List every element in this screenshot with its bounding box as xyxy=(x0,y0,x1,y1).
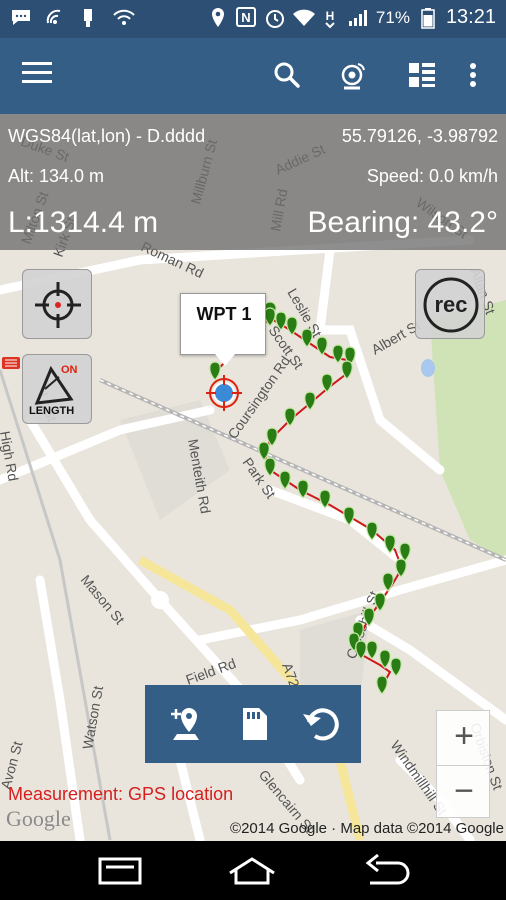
add-waypoint-icon[interactable] xyxy=(163,702,207,746)
app-bar xyxy=(0,38,506,114)
message-icon xyxy=(10,7,30,29)
coordinate-value: 55.79126, -3.98792 xyxy=(341,126,498,146)
signal-bars-icon xyxy=(348,7,368,29)
length-readout: L:1314.4 m xyxy=(8,206,159,239)
waypoint-callout[interactable]: WPT 1 xyxy=(180,293,266,366)
waypoint-label: WPT 1 xyxy=(196,304,252,324)
navigation-bar xyxy=(0,841,506,900)
svg-text:N: N xyxy=(241,10,250,25)
waypoint-marker-icon xyxy=(376,675,388,695)
status-time: 13:21 xyxy=(445,6,496,28)
recent-apps-icon[interactable] xyxy=(90,853,150,889)
waypoint-marker-icon xyxy=(399,542,411,562)
wifi-hotspot-icon xyxy=(112,7,135,29)
waypoint-marker-icon xyxy=(321,373,333,393)
save-sd-icon[interactable] xyxy=(231,702,275,746)
waypoint-marker-icon xyxy=(390,657,402,677)
zoom-in-button[interactable]: + xyxy=(437,711,491,765)
home-icon[interactable] xyxy=(222,853,282,889)
wifi-icon xyxy=(292,7,315,29)
crosshair-icon xyxy=(35,282,81,328)
waypoint-marker-icon xyxy=(258,441,270,461)
rec-label: rec xyxy=(434,292,468,317)
waypoint-marker-icon xyxy=(382,572,394,592)
alarm-icon xyxy=(264,7,284,29)
current-location-icon xyxy=(206,375,242,411)
altitude-readout: Alt: 134.0 m xyxy=(8,166,105,186)
map-attribution[interactable]: ©2014 Google · Map data ©2014 Google xyxy=(230,820,504,837)
record-button[interactable]: rec xyxy=(415,269,485,339)
waypoint-marker-icon xyxy=(366,640,378,660)
info-panel: WGS84(lat,lon) - D.dddd 55.79126, -3.987… xyxy=(0,114,506,250)
waypoint-marker-icon xyxy=(316,336,328,356)
status-bar: N H 71% 13:21 xyxy=(0,0,506,38)
nfc-broadcast-icon xyxy=(44,7,64,29)
back-icon[interactable] xyxy=(356,853,416,889)
more-vert-icon[interactable] xyxy=(456,58,490,92)
length-measure-button[interactable]: ON LENGTH xyxy=(22,354,92,424)
coordinate-format-label: WGS84(lat,lon) - D.dddd xyxy=(8,126,206,146)
measurement-mode-text: Measurement: GPS location xyxy=(8,784,234,804)
zoom-controls: + − xyxy=(436,710,491,819)
battery-percent: 71% xyxy=(375,7,410,27)
target-crosshair-button[interactable] xyxy=(22,269,92,339)
waypoint-marker-icon xyxy=(384,534,396,554)
bearing-readout: Bearing: 43.2° xyxy=(307,206,498,239)
location-icon xyxy=(208,7,228,29)
usb-icon xyxy=(78,7,98,29)
on-label: ON xyxy=(61,364,78,376)
waypoint-marker-icon xyxy=(343,506,355,526)
waypoint-marker-icon xyxy=(332,344,344,364)
gps-satellite-icon[interactable] xyxy=(336,58,370,92)
waypoint-markers xyxy=(209,307,411,695)
bottom-toolbar xyxy=(145,685,361,763)
nfc-icon: N xyxy=(235,6,256,29)
undo-icon[interactable] xyxy=(299,702,343,746)
google-logo: Google xyxy=(6,806,71,831)
svg-text:H: H xyxy=(326,9,335,23)
layers-icon[interactable] xyxy=(405,58,439,92)
h-signal-icon: H xyxy=(320,7,340,29)
waypoint-marker-icon xyxy=(297,479,309,499)
length-label: LENGTH xyxy=(29,405,75,417)
zoom-out-button[interactable]: − xyxy=(437,765,491,819)
search-icon[interactable] xyxy=(270,58,304,92)
menu-icon[interactable] xyxy=(22,62,56,90)
speed-readout: Speed: 0.0 km/h xyxy=(366,166,498,186)
battery-icon xyxy=(418,7,438,29)
waypoint-marker-icon xyxy=(279,470,291,490)
waypoint-marker-icon xyxy=(286,316,298,336)
waypoint-marker-icon xyxy=(366,521,378,541)
